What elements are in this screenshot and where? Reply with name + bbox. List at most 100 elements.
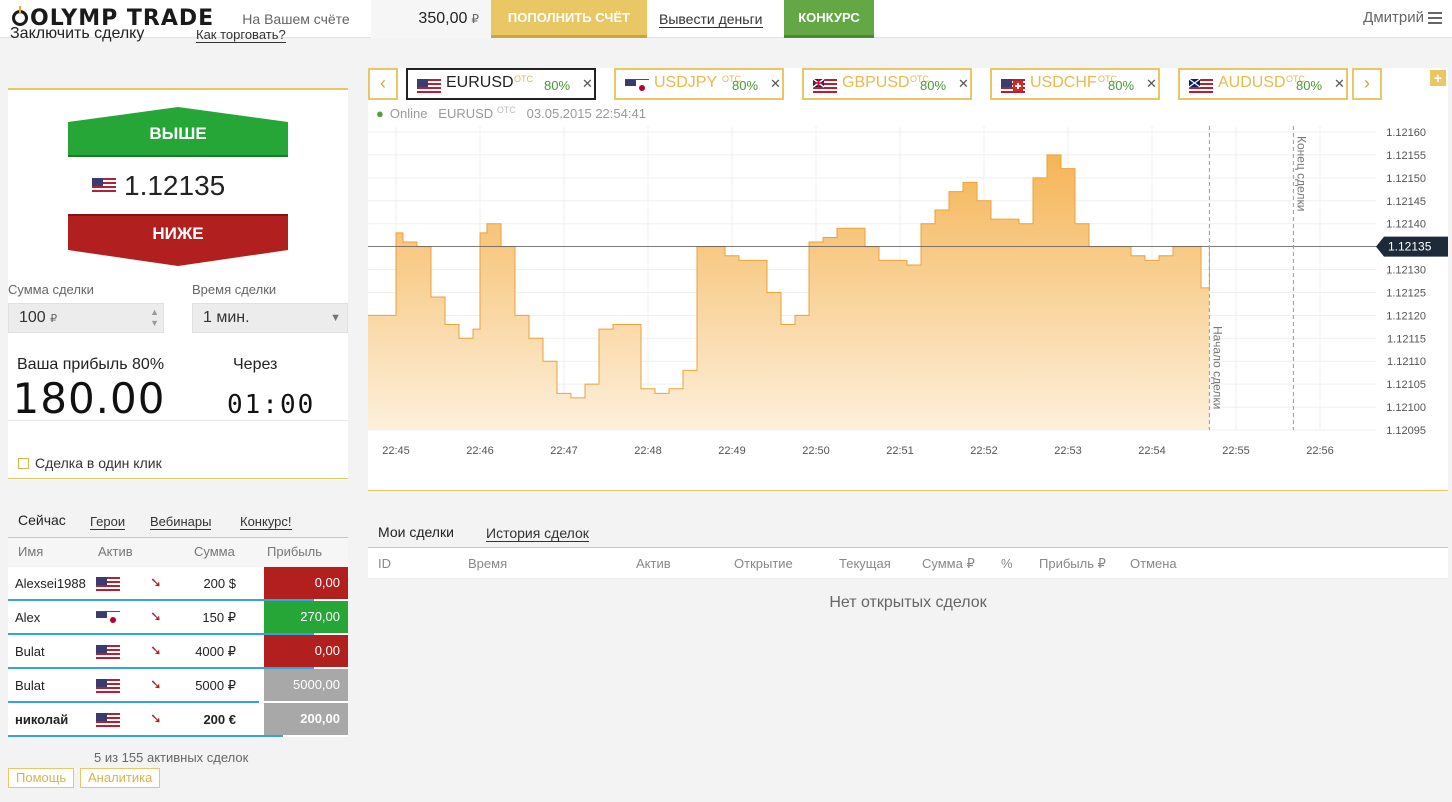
flag-au-icon <box>1188 78 1213 98</box>
arrow-down-icon: ➘ <box>150 608 162 624</box>
time-label: Время сделки <box>192 282 277 297</box>
flag-eu-icon <box>417 79 441 98</box>
trader-name: Alex <box>15 610 41 625</box>
trade-profit: 200,00 <box>264 703 348 735</box>
tab-my-trades[interactable]: Мои сделки <box>378 524 454 540</box>
y-tick-label: 1.12105 <box>1386 379 1426 391</box>
tab-symbol: EURUSD <box>446 74 514 91</box>
x-tick-label: 22:52 <box>970 445 998 457</box>
tab-audusd[interactable]: AUDUSD OTC 80% ✕ <box>1178 68 1348 100</box>
close-icon[interactable]: ✕ <box>770 76 781 92</box>
x-tick-label: 22:50 <box>802 445 830 457</box>
close-icon[interactable]: ✕ <box>958 76 969 92</box>
arrow-down-icon: ➘ <box>150 642 162 658</box>
y-tick-label: 1.12155 <box>1386 150 1426 162</box>
column-header: Прибыль <box>267 544 322 559</box>
checkbox-icon[interactable] <box>18 457 29 469</box>
column-header: Отмена <box>1130 556 1177 571</box>
prev-tab-icon[interactable]: ‹ <box>368 68 398 100</box>
tab-trade-history[interactable]: История сделок <box>486 525 589 542</box>
next-tab-icon[interactable]: › <box>1352 68 1382 100</box>
analytics-tab[interactable]: Аналитика <box>80 768 161 788</box>
tab-symbol: USDCHF <box>1030 74 1097 91</box>
tab-symbol: AUDUSD <box>1218 74 1286 91</box>
column-header: Сумма ₽ <box>922 556 975 571</box>
withdraw-link[interactable]: Вывести деньги <box>659 11 763 28</box>
time-select[interactable]: 1 мин. ▼ <box>192 303 348 333</box>
x-tick-label: 22:45 <box>382 445 410 457</box>
lower-button-label: НИЖЕ <box>152 224 204 243</box>
how-to-trade-link[interactable]: Как торговать? <box>196 27 286 43</box>
spinner-icon[interactable]: ▲ ▼ <box>150 307 159 329</box>
trader-name: николай <box>15 712 69 727</box>
price-chart[interactable]: Начало сделки Конец сделки 1.12160 1.12155… <box>368 126 1448 486</box>
flag-us-icon <box>96 645 120 662</box>
sum-input[interactable]: 100 ₽ ▲ ▼ <box>8 303 164 333</box>
trade-profit: 0,00 <box>264 635 348 667</box>
arrow-down-icon: ➘ <box>150 710 162 726</box>
flag-jp-icon <box>96 611 120 628</box>
tab-now[interactable]: Сейчас <box>18 512 66 528</box>
column-header: Сумма <box>194 544 235 559</box>
user-menu[interactable]: Дмитрий <box>1363 9 1442 27</box>
y-tick-label: 1.12110 <box>1387 356 1426 368</box>
my-trades-header: ID Время Актив Открытие Текущая Сумма ₽ … <box>368 548 1448 579</box>
table-row: Alex ➘ 150 ₽ 270,00 <box>8 601 348 635</box>
expiry-timer: 01:00 <box>227 390 316 420</box>
x-tick-label: 22:54 <box>1138 445 1166 457</box>
status-symbol: EURUSD <box>438 106 494 121</box>
flag-jp-icon <box>625 79 649 98</box>
tab-usdchf[interactable]: USDCHF OTC 80% ✕ <box>990 68 1160 100</box>
close-icon[interactable]: ✕ <box>582 76 593 92</box>
flag-gb-icon <box>812 78 837 98</box>
tab-gbpusd[interactable]: GBPUSD OTC 80% ✕ <box>802 68 972 100</box>
table-row: Alexsei1988 ➘ 200 $ 0,00 <box>8 567 348 601</box>
tab-usdjpy[interactable]: USDJPY OTC 80% ✕ <box>614 68 784 100</box>
account-balance: 350,00 ₽ <box>371 0 491 38</box>
divider <box>8 420 348 421</box>
y-tick-label: 1.12150 <box>1386 173 1426 185</box>
flag-us-icon <box>96 577 120 594</box>
divider <box>8 478 348 479</box>
tab-contest[interactable]: Конкурс! <box>240 514 292 530</box>
menu-icon <box>1428 9 1442 27</box>
y-tick-label: 1.12125 <box>1386 287 1426 299</box>
tab-symbol: USDJPY <box>654 74 718 91</box>
tab-payout: 80% <box>1108 78 1135 93</box>
expiry-label: Через <box>233 356 278 373</box>
contest-button[interactable]: КОНКУРС <box>784 0 874 38</box>
y-tick-label: 1.12145 <box>1386 196 1426 208</box>
y-tick-label: 1.12115 <box>1387 333 1426 345</box>
tab-payout: 80% <box>544 78 571 93</box>
tab-eurusd[interactable]: EURUSD OTC 80% ✕ <box>406 68 596 100</box>
tab-webinars[interactable]: Вебинары <box>150 514 212 530</box>
trade-sum: 150 ₽ <box>202 610 236 625</box>
close-icon[interactable]: ✕ <box>1146 76 1157 92</box>
x-tick-label: 22:55 <box>1222 445 1250 457</box>
column-header: ID <box>378 556 391 571</box>
tab-payout: 80% <box>732 78 759 93</box>
table-row: Bulat ➘ 5000 ₽ 5000,00 <box>8 669 348 703</box>
x-tick-label: 22:53 <box>1054 445 1082 457</box>
column-header: Время <box>468 556 508 571</box>
tab-heroes[interactable]: Герои <box>90 514 126 530</box>
deposit-button[interactable]: ПОПОЛНИТЬ СЧЁТ <box>491 0 647 38</box>
column-header: Открытие <box>734 556 793 571</box>
add-tab-icon[interactable]: + <box>1430 70 1446 86</box>
x-tick-label: 22:56 <box>1306 445 1334 457</box>
asset-tabs: ‹ EURUSD OTC 80% ✕ USDJPY OTC 80% ✕ GBPUSD OTC 80%… <box>368 68 1448 100</box>
trade-sum: 200 $ <box>203 576 236 591</box>
tab-payout: 80% <box>1296 78 1323 93</box>
trader-name: Alexsei1988 <box>15 576 86 591</box>
arrow-down-icon: ➘ <box>150 574 162 590</box>
one-click-checkbox[interactable]: Сделка в один клик <box>18 455 162 471</box>
table-row: Bulat ➘ 4000 ₽ 0,00 <box>8 635 348 669</box>
tab-otc: OTC <box>514 74 533 84</box>
y-tick-label: 1.12120 <box>1386 310 1426 322</box>
x-tick-label: 22:46 <box>466 445 494 457</box>
current-price-badge-text: 1.12135 <box>1388 240 1432 254</box>
close-icon[interactable]: ✕ <box>1334 76 1345 92</box>
column-header: Имя <box>18 544 44 559</box>
help-tab[interactable]: Помощь <box>8 768 75 788</box>
flag-ch-icon <box>1001 79 1025 98</box>
